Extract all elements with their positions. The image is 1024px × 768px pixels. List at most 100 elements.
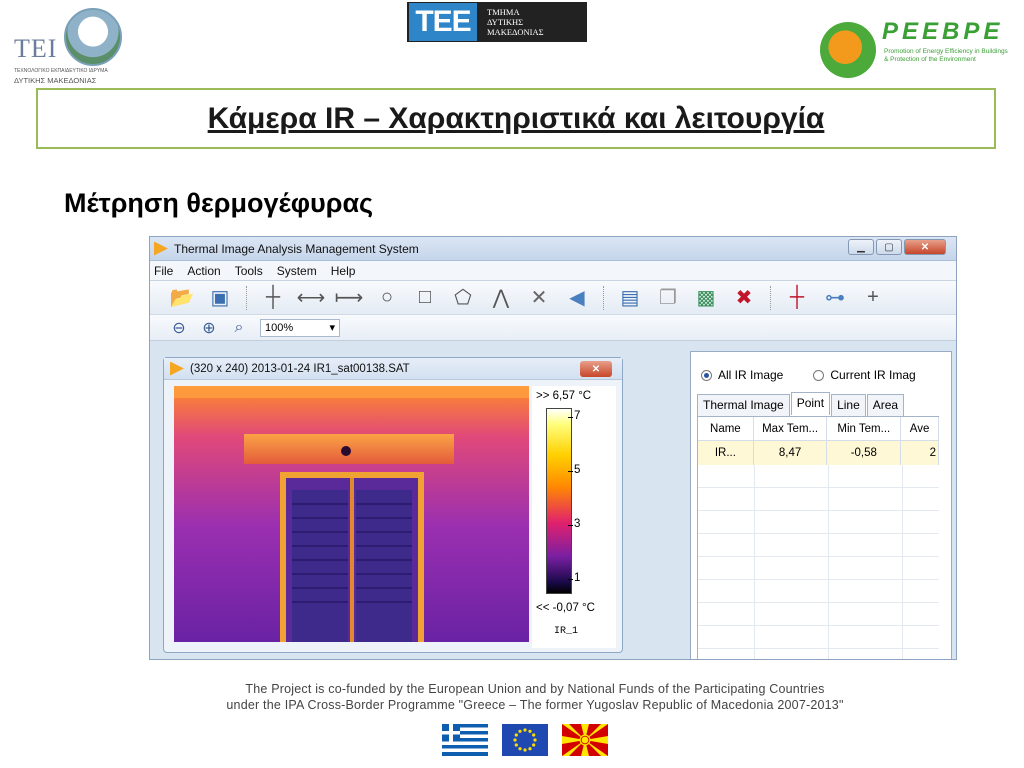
scale-tick: 5 <box>567 464 581 476</box>
tab-area[interactable]: Area <box>866 394 905 417</box>
peebpe-tagline-1: Promotion of Energy Efficiency in Buildi… <box>884 48 1008 55</box>
crosshair-point-icon[interactable]: ┼ <box>261 286 285 310</box>
report-icon[interactable]: ▤ <box>618 286 642 310</box>
scale-min-label: << -0,07 °C <box>536 602 595 614</box>
image-window-close-button[interactable]: ✕ <box>580 361 612 377</box>
funding-footer: The Project is co-funded by the European… <box>158 672 912 768</box>
scale-max-label: >> 6,57 °C <box>536 390 592 402</box>
footer-line-1: The Project is co-funded by the European… <box>245 682 825 696</box>
thermal-image-window: (320 x 240) 2013-01-24 IR1_sat00138.SAT … <box>163 357 623 653</box>
tab-thermal-image[interactable]: Thermal Image <box>697 394 790 417</box>
column-header-ave[interactable]: Ave <box>901 417 939 440</box>
scale-tick: 3 <box>567 518 581 530</box>
marker-line-icon[interactable]: ⊶ <box>823 286 847 310</box>
greek-flag-icon <box>442 724 488 756</box>
menu-tools[interactable]: Tools <box>235 264 263 278</box>
rectangle-tool-icon[interactable]: □ <box>413 286 437 310</box>
column-header-max-temp[interactable]: Max Tem... <box>754 417 828 440</box>
minimize-button[interactable]: ▁ <box>848 239 874 255</box>
image-name-label: IR_1 <box>554 626 579 637</box>
cell-max-temp: 8,47 <box>754 441 828 465</box>
peebpe-tagline: Promotion of Energy Efficiency in Buildi… <box>884 48 1008 64</box>
table-grid-col <box>902 465 903 659</box>
copy-icon[interactable]: ❐ <box>656 286 680 310</box>
flags-row <box>442 724 608 756</box>
marker-point-icon[interactable]: ┼ <box>785 286 809 310</box>
thermal-image-graphic <box>174 386 529 642</box>
color-scale-bar <box>546 408 572 594</box>
toolbar-separator <box>246 285 247 310</box>
slide-title-box: Κάμερα IR – Χαρακτηριστικά και λειτουργί… <box>36 88 996 149</box>
column-header-name[interactable]: Name <box>698 417 754 440</box>
thermal-image[interactable] <box>174 386 529 642</box>
app-window: Thermal Image Analysis Management System… <box>149 236 957 660</box>
horizontal-line-icon[interactable]: ⟷ <box>297 286 326 310</box>
cursor-cross-icon[interactable]: + <box>861 286 885 310</box>
column-header-min-temp[interactable]: Min Tem... <box>827 417 902 440</box>
point-data-table: Name Max Tem... Min Tem... Ave IR... 8,4… <box>697 416 939 659</box>
menu-help[interactable]: Help <box>331 264 356 278</box>
tee-line1: ΤΜΗΜΑ <box>487 7 520 17</box>
peebpe-wordmark: PEEBPE <box>882 18 1004 45</box>
cell-ave: 2 <box>901 441 939 465</box>
circle-tool-icon[interactable]: ○ <box>375 286 399 310</box>
tei-caption: ΔΥΤΙΚΗΣ ΜΑΚΕΔΟΝΙΑΣ <box>14 76 97 85</box>
tee-text: ΤΜΗΜΑ ΔΥΤΙΚΗΣ ΜΑΚΕΔΟΝΙΑΣ <box>487 7 544 37</box>
close-button[interactable]: ✕ <box>904 239 946 255</box>
table-grid-col <box>754 465 755 659</box>
tei-emblem-icon <box>64 8 122 66</box>
polygon-tool-icon[interactable]: ⬠ <box>451 286 475 310</box>
footer-line-2: under the IPA Cross-Border Programme "Gr… <box>226 698 844 712</box>
zoom-out-icon[interactable]: ⊖ <box>170 318 188 338</box>
image-window-titlebar: (320 x 240) 2013-01-24 IR1_sat00138.SAT <box>164 358 622 380</box>
delete-icon[interactable]: ✕ <box>527 286 551 310</box>
polyline-tool-icon[interactable]: ⋀ <box>489 286 513 310</box>
analysis-tabs: Thermal Image Point Line Area <box>697 392 905 417</box>
peebpe-logo: PEEBPE Promotion of Energy Efficiency in… <box>820 16 1020 78</box>
tee-logo: TEE ΤΜΗΜΑ ΔΥΤΙΚΗΣ ΜΑΚΕΔΟΝΙΑΣ <box>407 2 587 42</box>
tab-line[interactable]: Line <box>831 394 866 417</box>
zoom-in-icon[interactable]: ⊕ <box>200 318 218 338</box>
menu-action[interactable]: Action <box>187 264 220 278</box>
radio-dot-selected[interactable] <box>701 369 712 381</box>
scale-tick: 1 <box>567 572 581 584</box>
table-header: Name Max Tem... Min Tem... Ave <box>698 417 939 441</box>
image-icon[interactable]: ▣ <box>208 286 232 310</box>
analysis-panel: All IR Image Current IR Imag Thermal Ima… <box>690 351 952 659</box>
radio-all-label: All IR Image <box>718 368 784 382</box>
app-titlebar: Thermal Image Analysis Management System… <box>150 237 956 261</box>
tei-caption-small: ΤΕΧΝΟΛΟΓΙΚΟ ΕΚΠΑΙΔΕΥΤΙΚΟ ΙΔΡΥΜΑ <box>14 68 108 74</box>
scale-tick: 7 <box>567 410 581 422</box>
chevron-down-icon: ▾ <box>329 322 335 334</box>
tee-line2: ΔΥΤΙΚΗΣ <box>487 17 524 27</box>
open-folder-icon[interactable]: 📂 <box>170 286 195 310</box>
tei-logo: TEI ΤΕΧΝΟΛΟΓΙΚΟ ΕΚΠΑΙΔΕΥΤΙΚΟ ΙΔΡΥΜΑ ΔΥΤΙ… <box>14 4 134 85</box>
peebpe-house-icon <box>820 22 876 78</box>
image-window-title: (320 x 240) 2013-01-24 IR1_sat00138.SAT <box>190 362 410 375</box>
menu-file[interactable]: File <box>154 264 173 278</box>
zoom-fit-icon[interactable]: ⌕ <box>230 319 248 337</box>
slide-title: Κάμερα IR – Χαρακτηριστικά και λειτουργί… <box>207 101 825 135</box>
north-macedonia-flag-icon <box>562 724 608 756</box>
maximize-button[interactable]: ▢ <box>876 239 902 255</box>
radio-current-label: Current IR Imag <box>830 368 916 382</box>
back-arrow-icon[interactable]: ◀ <box>565 286 589 310</box>
zoom-value: 100% <box>265 321 294 334</box>
tab-point[interactable]: Point <box>790 392 831 415</box>
radio-all-ir-image[interactable]: All IR Image <box>701 368 783 382</box>
temperature-scale: >> 6,57 °C 7 5 3 1 << -0,07 °C IR_1 <box>532 386 616 648</box>
line-tool-icon[interactable]: ⟼ <box>335 286 364 310</box>
table-row[interactable]: IR... 8,47 -0,58 2 <box>698 441 939 465</box>
close-red-icon[interactable]: ✖ <box>732 286 756 310</box>
tee-mark: TEE <box>409 3 477 41</box>
menu-system[interactable]: System <box>277 264 317 278</box>
radio-dot[interactable] <box>813 369 825 381</box>
radio-current-ir-image[interactable]: Current IR Imag <box>813 368 916 382</box>
export-image-icon[interactable]: ▩ <box>694 286 718 310</box>
image-window-icon <box>170 361 184 376</box>
window-controls: ▁ ▢ ✕ <box>848 239 946 255</box>
toolbar-separator <box>603 285 604 310</box>
tee-line3: ΜΑΚΕΔΟΝΙΑΣ <box>487 27 544 37</box>
eu-flag-icon <box>502 724 548 756</box>
zoom-select[interactable]: 100% ▾ <box>260 318 340 337</box>
